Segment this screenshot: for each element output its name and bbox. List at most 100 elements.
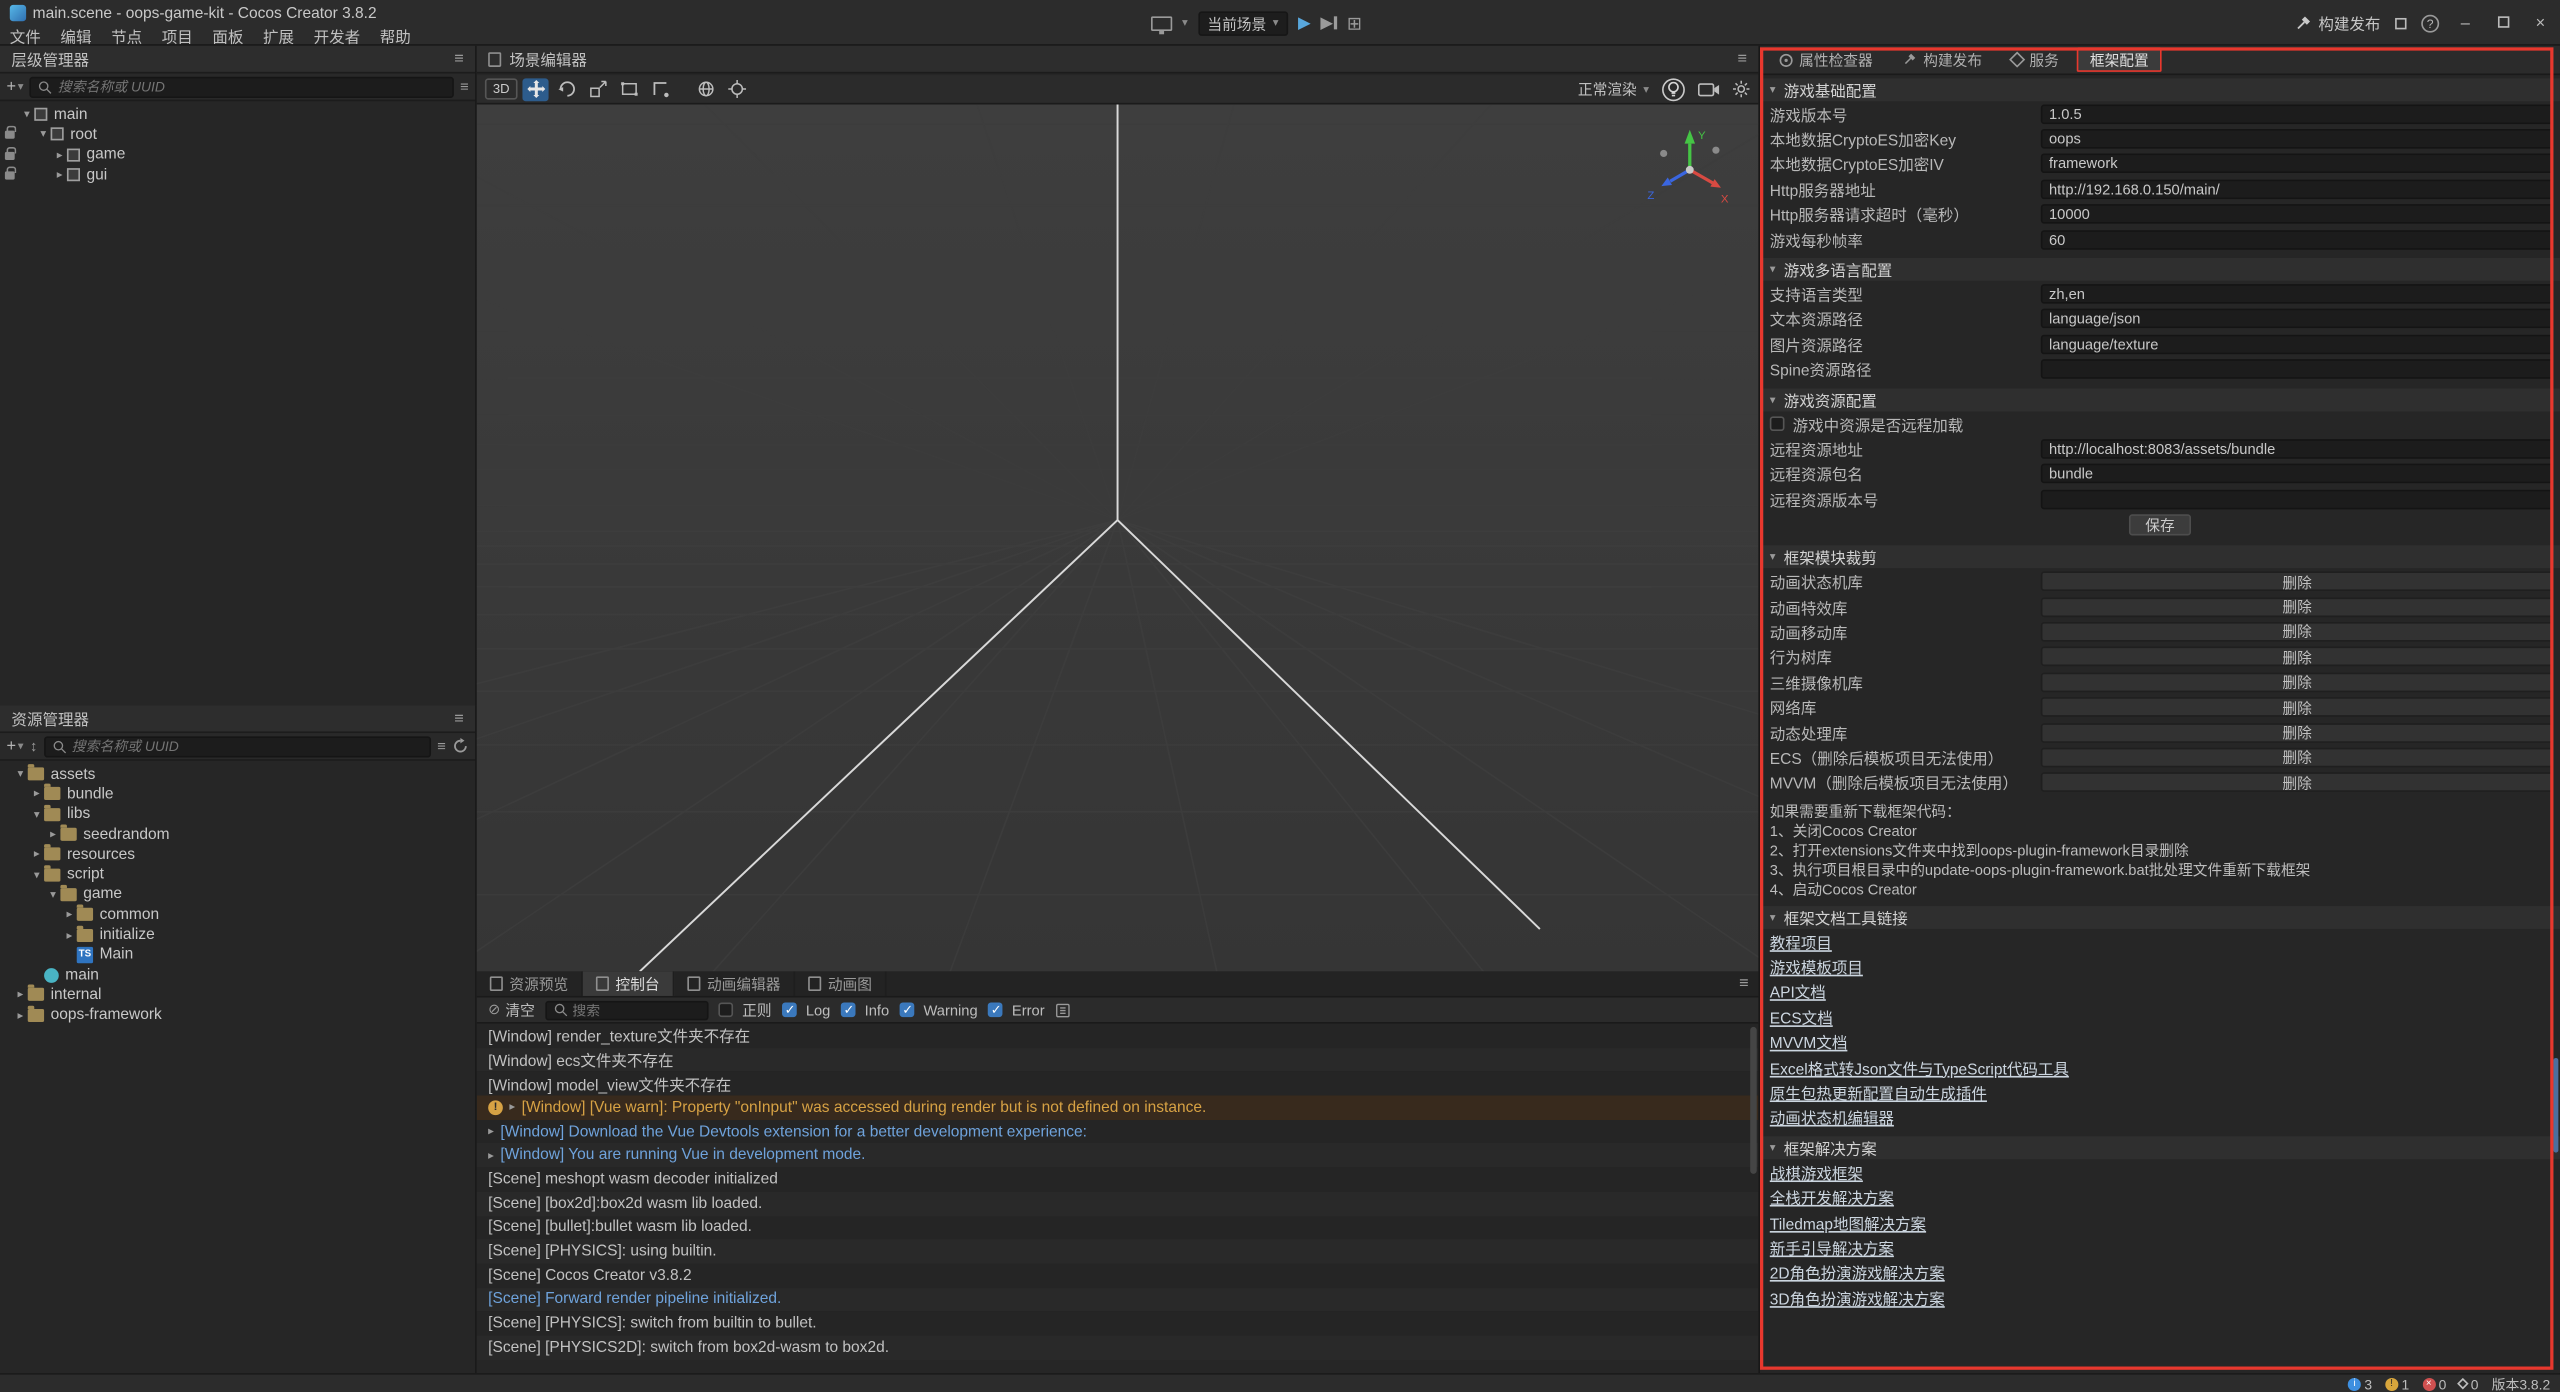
create-node-button[interactable]: +▾ [7, 78, 24, 96]
doc-link[interactable]: 教程项目 [1770, 930, 1832, 953]
scene-selector-dropdown[interactable]: 当前场景 ▾ [1198, 11, 1289, 35]
expand-arrow-icon[interactable]: ▾ [46, 888, 61, 901]
expand-arrow-icon[interactable]: ▸ [62, 928, 77, 941]
expand-arrow-icon[interactable]: ▸ [509, 1101, 515, 1114]
close-button[interactable]: × [2529, 14, 2552, 32]
doc-link[interactable]: 动画状态机编辑器 [1770, 1106, 1894, 1129]
frame-rate-input[interactable] [2041, 230, 2554, 250]
text-res-path-input[interactable] [2041, 309, 2554, 329]
tab-build-publish[interactable]: 构建发布 [1891, 47, 1994, 71]
lock-icon[interactable] [5, 171, 15, 179]
expand-arrow-icon[interactable]: ▸ [13, 988, 28, 1001]
section-i18n[interactable]: ▾ 游戏多语言配置 [1760, 259, 2560, 282]
menu-node[interactable]: 节点 [111, 24, 142, 47]
build-publish-button[interactable]: 构建发布 [2294, 11, 2381, 34]
tab-service[interactable]: 服务 [2000, 47, 2070, 71]
mode-3d-toggle[interactable]: 3D [485, 78, 518, 99]
preview-device-icon[interactable] [1151, 16, 1172, 31]
doc-link[interactable]: ECS文档 [1770, 1005, 1833, 1028]
expand-arrow-icon[interactable]: ▸ [13, 1008, 28, 1021]
error-count-badge[interactable]: × 0 [2422, 1376, 2446, 1392]
scene-viewport[interactable]: Y X Z [477, 104, 1759, 971]
http-server-input[interactable] [2041, 179, 2554, 199]
lock-icon[interactable] [5, 151, 15, 159]
menu-extension[interactable]: 扩展 [263, 24, 294, 47]
menu-file[interactable]: 文件 [10, 24, 41, 47]
expand-arrow-icon[interactable]: ▸ [488, 1149, 494, 1162]
asset-node-oops-framework[interactable]: ▸ oops-framework [0, 1005, 475, 1025]
remote-version-input[interactable] [2041, 489, 2554, 509]
expand-arrow-icon[interactable]: ▸ [52, 168, 67, 181]
hierarchy-node-gui[interactable]: ▸ gui [0, 165, 475, 185]
panel-menu-icon[interactable]: ≡ [1737, 50, 1747, 68]
solution-link[interactable]: 战棋游戏框架 [1770, 1160, 1863, 1183]
console-scrollbar[interactable] [1750, 1027, 1757, 1174]
expand-arrow-icon[interactable]: ▸ [62, 908, 77, 921]
solution-link[interactable]: 全栈开发解决方案 [1770, 1186, 1894, 1209]
regex-checkbox[interactable] [718, 1002, 733, 1017]
tab-property-inspector[interactable]: 属性检查器 [1768, 47, 1884, 71]
delete-module-button[interactable]: 删除 [2041, 597, 2554, 617]
hierarchy-node-game[interactable]: ▸ game [0, 145, 475, 165]
tab-console[interactable]: 控制台 [583, 971, 674, 995]
menu-edit[interactable]: 编辑 [60, 24, 91, 47]
menu-project[interactable]: 项目 [162, 24, 193, 47]
asset-node-assets[interactable]: ▾ assets [0, 764, 475, 784]
hierarchy-filter-icon[interactable]: ≡ [460, 78, 469, 94]
sort-assets-icon[interactable]: ↕ [30, 738, 37, 754]
delete-module-button[interactable]: 删除 [2041, 722, 2554, 742]
gizmo-snap-button[interactable] [647, 78, 673, 101]
log-row-info[interactable]: ▸ [Window] You are running Vue in develo… [477, 1144, 1759, 1168]
camera-view-icon[interactable] [1698, 81, 1719, 97]
remote-load-checkbox[interactable] [1770, 416, 1785, 431]
warning-count-badge[interactable]: ! 1 [2385, 1376, 2409, 1392]
asset-node-game[interactable]: ▾ game [0, 885, 475, 905]
crypto-key-input[interactable] [2041, 129, 2554, 149]
panel-menu-icon[interactable]: ≡ [454, 50, 464, 68]
section-framework-modules[interactable]: ▾ 框架模块裁剪 [1760, 546, 2560, 569]
tab-animation-editor[interactable]: 动画编辑器 [674, 971, 795, 995]
filter-warning-checkbox[interactable] [899, 1002, 914, 1017]
move-tool-button[interactable] [522, 78, 548, 101]
maximize-button[interactable] [2491, 14, 2514, 32]
log-row-warning[interactable]: ! ▸ [Window] [Vue warn]: Property "onInp… [477, 1096, 1759, 1120]
menu-developer[interactable]: 开发者 [314, 24, 361, 47]
delete-module-button[interactable]: 删除 [2041, 697, 2554, 717]
log-row[interactable]: [Window] ecs文件夹不存在 [477, 1048, 1759, 1072]
panel-menu-icon[interactable]: ≡ [1739, 975, 1758, 993]
asset-node-seedrandom[interactable]: ▸ seedrandom [0, 824, 475, 844]
hierarchy-node-main[interactable]: ▾ main [0, 104, 475, 124]
assets-search-input[interactable] [72, 738, 423, 754]
log-row[interactable]: [Scene] [box2d]:box2d wasm lib loaded. [477, 1192, 1759, 1216]
doc-link[interactable]: MVVM文档 [1770, 1030, 1848, 1053]
lock-icon[interactable] [5, 131, 15, 139]
tab-framework-config[interactable]: 框架配置 [2077, 47, 2162, 71]
doc-link[interactable]: Excel格式转Json文件与TypeScript代码工具 [1770, 1056, 2069, 1079]
filter-error-checkbox[interactable] [987, 1002, 1002, 1017]
image-res-path-input[interactable] [2041, 334, 2554, 354]
task-count-badge[interactable]: 0 [2459, 1376, 2478, 1392]
lighting-toggle-button[interactable] [1662, 78, 1685, 101]
layout-panel-icon[interactable] [2395, 17, 2406, 28]
crypto-iv-input[interactable] [2041, 154, 2554, 174]
help-icon[interactable]: ? [2421, 14, 2439, 32]
play-button[interactable]: ▶ [1298, 14, 1311, 32]
log-row-info[interactable]: ▸ [Window] Download the Vue Devtools ext… [477, 1120, 1759, 1144]
rect-tool-button[interactable] [616, 78, 642, 101]
menu-panel[interactable]: 面板 [212, 24, 243, 47]
section-doc-links[interactable]: ▾ 框架文档工具链接 [1760, 906, 2560, 929]
delete-module-button[interactable]: 删除 [2041, 773, 2554, 793]
log-row[interactable]: [Scene] [bullet]:bullet wasm lib loaded. [477, 1216, 1759, 1240]
section-solutions[interactable]: ▾ 框架解决方案 [1760, 1136, 2560, 1159]
asset-node-main-ts[interactable]: TS Main [0, 945, 475, 965]
step-button[interactable]: ▶ [1320, 14, 1337, 32]
remote-url-input[interactable] [2041, 439, 2554, 459]
expand-arrow-icon[interactable]: ▸ [29, 788, 44, 801]
asset-node-bundle[interactable]: ▸ bundle [0, 784, 475, 804]
asset-node-common[interactable]: ▸ common [0, 905, 475, 925]
expand-arrow-icon[interactable]: ▾ [13, 768, 28, 781]
asset-node-resources[interactable]: ▸ resources [0, 844, 475, 864]
log-row[interactable]: [Scene] [PHYSICS2D]: switch from box2d-w… [477, 1335, 1759, 1359]
log-row[interactable]: [Scene] Cocos Creator v3.8.2 [477, 1263, 1759, 1287]
expand-arrow-icon[interactable]: ▸ [29, 848, 44, 861]
